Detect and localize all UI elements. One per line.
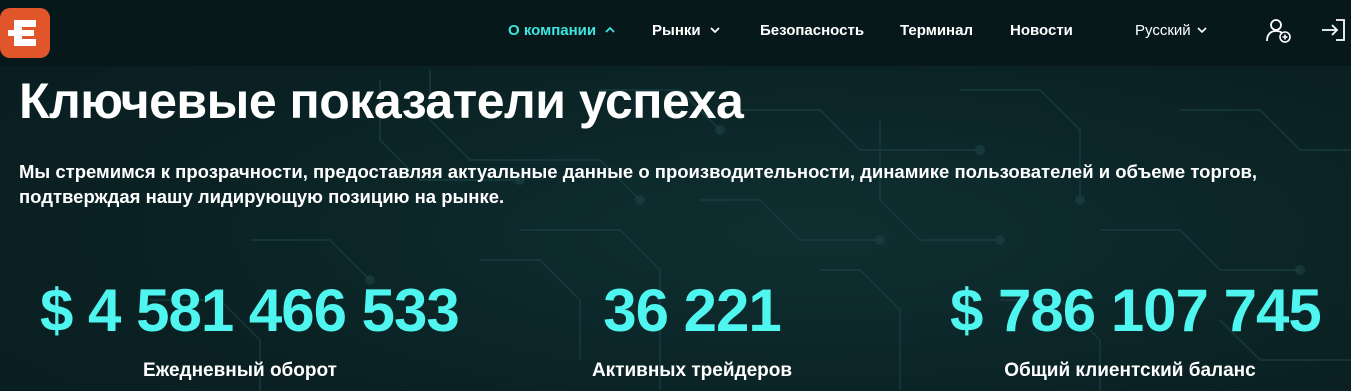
chevron-down-icon — [709, 27, 720, 34]
stat-label: Активных трейдеров — [591, 360, 793, 381]
chevron-up-icon — [605, 26, 615, 33]
nav-item-markets[interactable]: Рынки — [652, 19, 721, 41]
exchange-logo-icon[interactable] — [0, 8, 50, 58]
nav-item-news[interactable]: Новости — [1010, 19, 1073, 41]
stat-active-traders: 36 221 Активных трейдеров — [542, 278, 842, 382]
stat-client-balance: $ 786 107 745 Общий клиентский баланс — [950, 277, 1322, 382]
stat-label: Ежедневный оборот — [143, 360, 337, 381]
nav-item-terminal[interactable]: Терминал — [900, 19, 973, 41]
nav-label-news: Новости — [1010, 21, 1073, 39]
nav-label-security: Безопасность — [760, 21, 865, 39]
page-title: Ключевые показатели успеха — [19, 73, 744, 129]
stat-value: 36 221 — [603, 277, 782, 344]
page-description: Мы стремимся к прозрачности, предоставля… — [19, 161, 1258, 207]
nav-item-security[interactable]: Безопасность — [760, 19, 864, 41]
language-selector[interactable]: Русский — [1135, 19, 1208, 41]
chevron-down-icon — [1197, 27, 1207, 34]
language-label: Русский — [1135, 21, 1191, 39]
stat-value: $ 4 581 466 533 — [40, 277, 460, 344]
stat-value: $ 786 107 745 — [950, 277, 1322, 344]
nav-label-terminal: Терминал — [900, 21, 973, 39]
nav-label-markets: Рынки — [652, 21, 701, 39]
stat-label: Общий клиентский баланс — [1004, 360, 1256, 381]
top-navigation-bar: О компании Рынки Безопасность Терминал Н… — [0, 0, 1351, 66]
nav-item-about[interactable]: О компании — [508, 19, 616, 41]
nav-label-about: О компании — [508, 21, 597, 39]
stat-daily-turnover: $ 4 581 466 533 Ежедневный оборот — [40, 277, 460, 382]
user-plus-icon[interactable] — [1265, 16, 1293, 44]
login-arrow-icon[interactable] — [1320, 16, 1348, 44]
page: О компании Рынки Безопасность Терминал Н… — [0, 0, 1351, 391]
